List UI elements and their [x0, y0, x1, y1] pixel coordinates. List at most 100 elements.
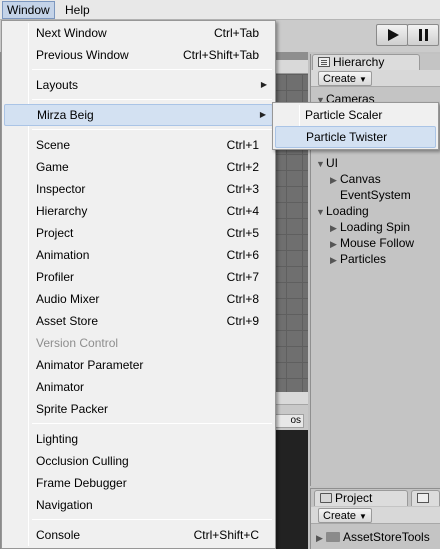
menu-item-shortcut: Ctrl+Shift+C: [193, 528, 259, 542]
project-item-label: AssetStoreTools: [343, 530, 430, 544]
menu-item-label: Frame Debugger: [36, 476, 127, 490]
tree-item-ui[interactable]: ▼UI: [316, 155, 338, 171]
menu-bar: Window Help: [0, 0, 440, 20]
menu-item-shortcut: Ctrl+5: [226, 226, 259, 240]
menu-separator: [32, 423, 272, 424]
menubar-help[interactable]: Help: [61, 1, 94, 19]
play-button[interactable]: [376, 24, 408, 46]
folder-icon: [326, 532, 340, 542]
menu-item-label: Occlusion Culling: [36, 454, 129, 468]
create-label: Create: [323, 73, 357, 85]
menu-separator: [32, 129, 272, 130]
menu-item-label: Animation: [36, 248, 90, 262]
menu-item-label: Project: [36, 226, 74, 240]
tree-item-mouse-follow[interactable]: ▶ Mouse Follow: [330, 235, 414, 251]
menu-item-sprite-packer[interactable]: Sprite Packer: [4, 398, 273, 420]
menu-item-game[interactable]: Game Ctrl+2: [4, 156, 273, 178]
console-icon: [417, 493, 429, 503]
menu-item-shortcut: Ctrl+9: [226, 314, 259, 328]
menu-item-layouts[interactable]: Layouts ▶: [4, 74, 273, 96]
menu-item-asset-store[interactable]: Asset Store Ctrl+9: [4, 310, 273, 332]
menu-item-label: Animator Parameter: [36, 358, 144, 372]
menu-item-lighting[interactable]: Lighting: [4, 428, 273, 450]
menu-item-label: Profiler: [36, 270, 75, 284]
tree-item-particles[interactable]: ▶ Particles: [330, 251, 386, 267]
hierarchy-tab-label: Hierarchy: [333, 55, 385, 69]
menu-item-label: Mirza Beig: [37, 108, 94, 122]
menu-item-label: Inspector: [36, 182, 86, 196]
hierarchy-toolbar: Create ▼: [311, 70, 440, 87]
menu-item-hierarchy[interactable]: Hierarchy Ctrl+4: [4, 200, 273, 222]
submenu-arrow-icon: ▶: [260, 80, 267, 89]
menu-item-label: Console: [36, 528, 81, 542]
menu-item-shortcut: Ctrl+Shift+Tab: [182, 48, 259, 62]
menu-item-shortcut: Ctrl+3: [226, 182, 259, 196]
expanded-arrow-icon: ▼: [316, 159, 325, 169]
menu-item-navigation[interactable]: Navigation: [4, 494, 273, 516]
expanded-arrow-icon: ▼: [316, 207, 325, 217]
menu-item-label: Sprite Packer: [36, 402, 109, 416]
window-menu: Next Window Ctrl+Tab Previous Window Ctrl+…: [1, 20, 276, 549]
folder-icon: [320, 493, 332, 503]
collapsed-arrow-icon: ▶: [316, 533, 323, 543]
menubar-window[interactable]: Window: [2, 1, 55, 19]
create-label: Create: [323, 510, 357, 522]
menu-item-animator-parameter[interactable]: Animator Parameter: [4, 354, 273, 376]
menu-separator: [32, 69, 272, 70]
project-item-assetstoretools[interactable]: ▶ AssetStoreTools: [316, 529, 430, 545]
mirza-beig-submenu: Particle Scaler Particle Twister: [272, 102, 439, 150]
dropdown-arrow-icon: ▼: [359, 512, 367, 521]
menu-item-shortcut: Ctrl+1: [226, 138, 259, 152]
menu-item-project[interactable]: Project Ctrl+5: [4, 222, 273, 244]
menu-separator: [32, 519, 272, 520]
tree-item-label: Canvas: [340, 172, 381, 186]
menu-item-particle-scaler[interactable]: Particle Scaler: [275, 104, 436, 126]
tree-item-canvas[interactable]: ▶ Canvas: [330, 171, 381, 187]
menu-separator: [32, 99, 272, 100]
menu-item-label: Lighting: [36, 432, 79, 446]
collapsed-arrow-icon: ▶: [330, 223, 337, 233]
project-toolbar: Create ▼: [311, 507, 440, 524]
menu-item-frame-debugger[interactable]: Frame Debugger: [4, 472, 273, 494]
menu-item-shortcut: Ctrl+Tab: [213, 26, 259, 40]
menu-item-animation[interactable]: Animation Ctrl+6: [4, 244, 273, 266]
menu-item-animator[interactable]: Animator: [4, 376, 273, 398]
tree-item-loading-spin[interactable]: ▶ Loading Spin: [330, 219, 410, 235]
menu-item-mirza-beig[interactable]: Mirza Beig ▶: [4, 104, 273, 126]
tree-item-loading[interactable]: ▼Loading: [316, 203, 369, 219]
tab-project[interactable]: Project: [314, 490, 408, 506]
menu-item-label: Game: [36, 160, 69, 174]
menu-item-label: Asset Store: [36, 314, 99, 328]
menu-item-next-window[interactable]: Next Window Ctrl+Tab: [4, 22, 273, 44]
tab-console[interactable]: C: [411, 490, 440, 520]
menu-item-label: Layouts: [36, 78, 79, 92]
hierarchy-create-button[interactable]: Create ▼: [318, 71, 372, 86]
project-create-button[interactable]: Create ▼: [318, 508, 372, 523]
menu-item-label: Scene: [36, 138, 71, 152]
menu-item-scene[interactable]: Scene Ctrl+1: [4, 134, 273, 156]
collapsed-arrow-icon: ▶: [330, 239, 337, 249]
menu-item-label: Version Control: [36, 336, 119, 350]
menu-item-shortcut: Ctrl+8: [226, 292, 259, 306]
menu-item-profiler[interactable]: Profiler Ctrl+7: [4, 266, 273, 288]
menu-item-label: Previous Window: [36, 48, 129, 62]
tree-item-label: Particles: [340, 252, 387, 266]
menu-item-particle-twister[interactable]: Particle Twister: [275, 126, 436, 148]
tree-item-label: Loading Spin: [340, 220, 411, 234]
menu-item-shortcut: Ctrl+4: [226, 204, 259, 218]
menu-item-label: Next Window: [36, 26, 107, 40]
menu-item-occlusion-culling[interactable]: Occlusion Culling: [4, 450, 273, 472]
menu-item-console[interactable]: Console Ctrl+Shift+C: [4, 524, 273, 546]
menu-item-shortcut: Ctrl+7: [226, 270, 259, 284]
menu-item-previous-window[interactable]: Previous Window Ctrl+Shift+Tab: [4, 44, 273, 66]
collapsed-arrow-icon: ▶: [330, 255, 337, 265]
pause-button[interactable]: [407, 24, 439, 46]
tree-item-label: UI: [326, 156, 338, 170]
menu-item-inspector[interactable]: Inspector Ctrl+3: [4, 178, 273, 200]
menu-item-audio-mixer[interactable]: Audio Mixer Ctrl+8: [4, 288, 273, 310]
tab-hierarchy[interactable]: Hierarchy: [312, 54, 420, 70]
tree-item-label: Mouse Follow: [340, 236, 415, 250]
collapsed-arrow-icon: ▶: [330, 175, 337, 185]
project-tab-label: Project: [335, 491, 373, 505]
tree-item-eventsystem[interactable]: EventSystem: [340, 187, 411, 203]
